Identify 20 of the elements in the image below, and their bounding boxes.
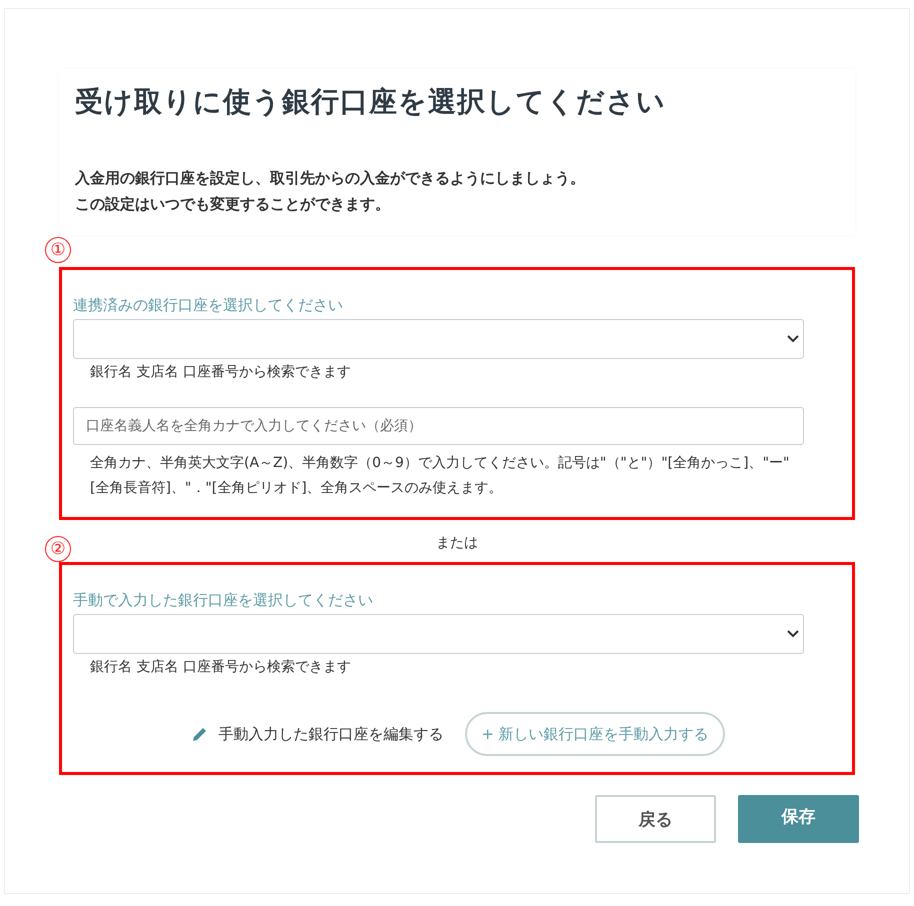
save-button[interactable]: 保存: [738, 795, 859, 843]
pencil-icon: [192, 726, 208, 742]
edit-link[interactable]: 手動入力した銀行口座を編集する: [192, 724, 444, 744]
hint-text: 銀行名 支店名 口座番号から検索できます: [90, 363, 352, 381]
annotation-number: ②: [45, 536, 71, 562]
separator-text: または: [435, 534, 479, 552]
description-text: この設定はいつでも変更することができます。: [75, 195, 390, 213]
input-field[interactable]: 口座名義人名を全角カナで入力してください（必須）: [73, 407, 804, 445]
select-field[interactable]: [73, 319, 804, 359]
hint-text: 銀行名 支店名 口座番号から検索できます: [90, 658, 352, 676]
annotation-number: ①: [45, 237, 71, 263]
field-label: 手動で入力した銀行口座を選択してください: [73, 591, 374, 610]
note-text: 全角カナ、半角英大文字(A～Z)、半角数字（0～9）で入力してください。記号は"（"と"）"[全角かっこ]、"ー"[全角長音符]、"．"[全角ピリオド]、全角スペースのみ使えます。: [90, 454, 790, 498]
page-title: 受け取りに使う銀行口座を選択してください: [75, 84, 667, 120]
select-field[interactable]: [73, 614, 804, 654]
back-button[interactable]: 戻る: [595, 795, 716, 843]
field-label: 連携済みの銀行口座を選択してください: [73, 296, 344, 315]
chevron-down-icon: [787, 335, 799, 343]
description-text: 入金用の銀行口座を設定し、取引先からの入金ができるようにしましょう。: [75, 169, 585, 187]
chevron-down-icon: [787, 630, 799, 638]
